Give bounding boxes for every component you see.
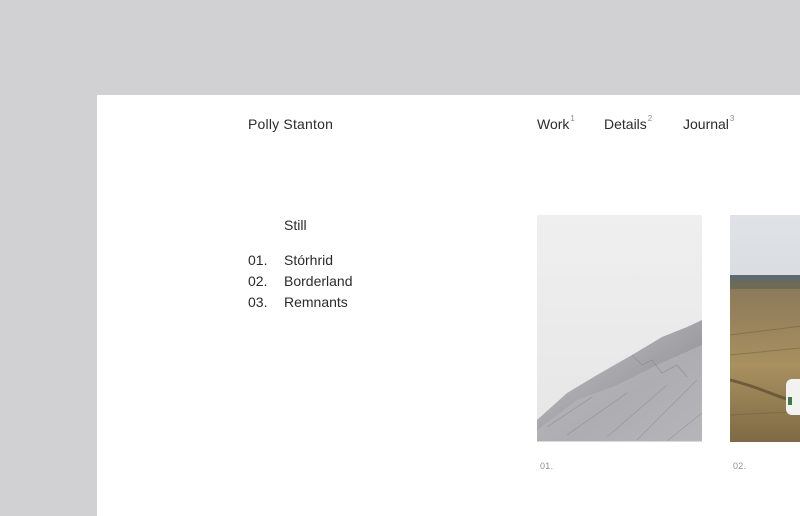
site-title[interactable]: Polly Stanton (248, 116, 333, 132)
nav-item-index: 2 (647, 114, 653, 123)
project-name: Remnants (284, 294, 348, 310)
project-number: 01. (248, 252, 268, 268)
image-caption: 01. (540, 461, 554, 471)
nav-item-label: Work (537, 116, 570, 132)
project-link-borderland[interactable]: 02. Borderland (248, 273, 353, 294)
gallery-image-grassland[interactable] (730, 215, 800, 442)
project-number: 02. (248, 273, 268, 289)
page-canvas: Polly Stanton Work1 Details2 Journal3 St… (97, 95, 800, 516)
project-number: 03. (248, 294, 268, 310)
nav-item-label: Journal (683, 116, 729, 132)
nav-item-index: 3 (729, 114, 735, 123)
grassland-image (730, 215, 800, 442)
project-link-remnants[interactable]: 03. Remnants (248, 294, 353, 315)
project-name: Borderland (284, 273, 353, 289)
nav-item-label: Details (604, 116, 647, 132)
image-caption: 02. (733, 461, 747, 471)
project-name: Stórhrid (284, 252, 334, 268)
project-list: 01. Stórhrid 02. Borderland 03. Remnants (248, 252, 353, 315)
nav-item-journal[interactable]: Journal3 (683, 114, 735, 132)
nav-item-index: 1 (570, 114, 575, 123)
snowy-mountain-image (537, 215, 702, 442)
nav-item-details[interactable]: Details2 (604, 114, 653, 132)
project-link-storhrid[interactable]: 01. Stórhrid (248, 252, 353, 273)
section-heading: Still (284, 217, 307, 233)
gallery-image-snowy-mountain[interactable] (537, 215, 702, 442)
nav-item-work[interactable]: Work1 (537, 114, 575, 132)
